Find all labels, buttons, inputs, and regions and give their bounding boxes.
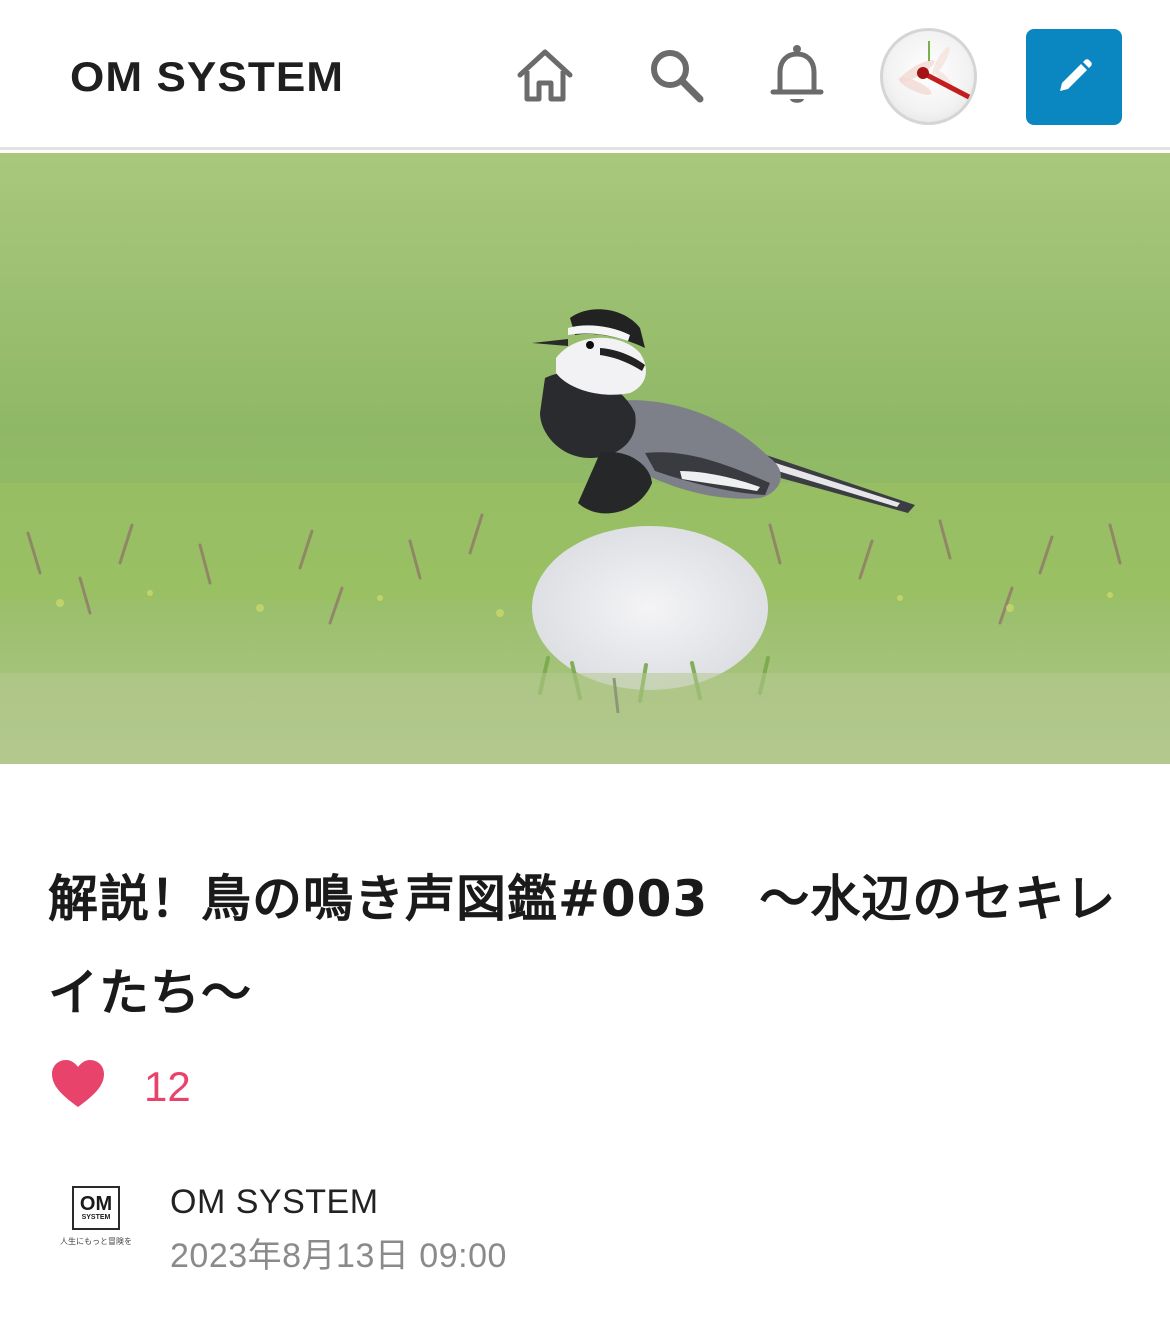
logo-om-text: OM [79,1193,113,1215]
user-avatar[interactable] [880,28,977,125]
like-button[interactable] [50,1058,106,1114]
pencil-icon [1060,59,1092,91]
hero-photo [0,153,1170,764]
heart-icon [52,1060,104,1107]
compose-button[interactable] [1026,29,1122,125]
author-avatar[interactable]: OM SYSTEM 人生にもっと冒険を [58,1186,134,1262]
logo-tagline: 人生にもっと冒険を [60,1237,132,1246]
search-button[interactable] [641,40,711,110]
notifications-button[interactable] [762,40,832,110]
bell-icon [770,45,824,103]
like-count: 12 [144,1063,191,1110]
logo-system-text: SYSTEM [81,1214,111,1221]
post-date: 2023年8月13日 09:00 [170,1237,507,1275]
brand-logo[interactable]: OM SYSTEM [70,52,344,102]
om-system-logo-mark: OM SYSTEM [72,1186,120,1230]
wagtail-photo [0,153,1170,764]
home-button[interactable] [510,40,580,110]
author-name[interactable]: OM SYSTEM [170,1180,379,1224]
top-header: OM SYSTEM [0,0,1170,150]
home-icon [517,49,573,102]
article-title: 解説！鳥の鳴き声図鑑#003 ～水辺のセキレイたち～ [48,870,1117,1022]
dragonfly-avatar-image [898,41,972,100]
search-icon [651,50,704,103]
